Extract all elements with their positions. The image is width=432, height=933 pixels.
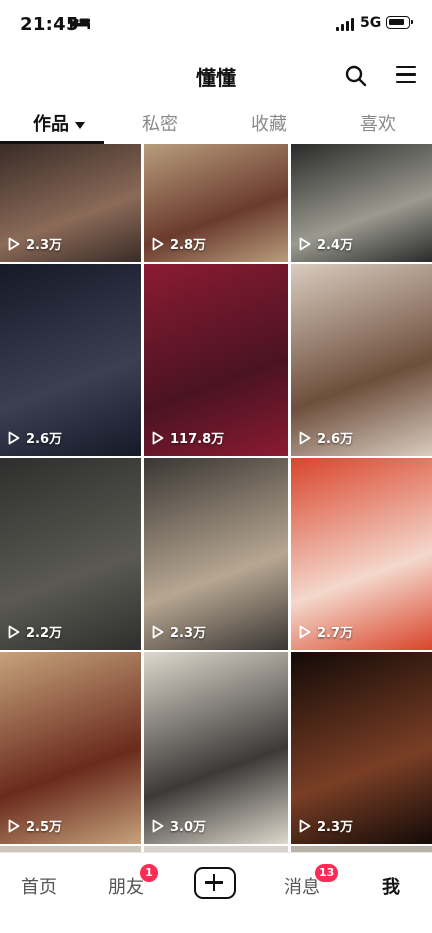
bed-icon [70,17,90,29]
tab-label: 喜欢 [360,114,396,135]
video-tile[interactable]: 2.2万 [0,458,141,650]
play-icon [152,819,164,832]
nav-messages[interactable]: 消息 13 [284,864,339,899]
play-icon [8,625,20,638]
view-count: 2.3万 [299,816,353,835]
battery-icon [386,16,413,29]
nav-label: 我 [382,877,400,898]
play-icon [152,625,164,638]
video-tile[interactable]: 117.8万 [144,264,288,456]
tab-label: 作品 [33,114,69,135]
tab-works[interactable]: 作品 [33,110,85,136]
network-type: 5G [360,15,382,31]
tab-private[interactable]: 私密 [142,110,178,136]
status-bar: 21:45 5G [0,0,432,50]
view-count: 2.7万 [299,622,353,641]
view-count: 2.6万 [299,428,353,447]
nav-me[interactable]: 我 [382,873,400,899]
video-tile[interactable]: 2.6万 [291,264,432,456]
search-icon[interactable] [344,64,368,88]
play-icon [8,819,20,832]
add-icon[interactable] [194,867,236,899]
play-icon [152,431,164,444]
video-tile[interactable]: 2.6万 [0,264,141,456]
view-count: 2.3万 [152,622,206,641]
friends-badge: 1 [140,864,158,882]
menu-icon[interactable] [396,66,416,84]
play-icon [299,237,311,250]
nav-friends[interactable]: 朋友 1 [108,864,158,899]
nav-label: 首页 [21,877,57,898]
play-icon [8,237,20,250]
video-tile[interactable]: 2.3万 [144,458,288,650]
view-count: 2.3万 [8,234,62,253]
video-tile[interactable]: 2.3万 [0,144,141,262]
video-tile[interactable]: 2.7万 [291,458,432,650]
view-count: 2.6万 [8,428,62,447]
video-grid: 2.3万 2.8万 2.4万 2.6万 117.8万 2.6万 2.2万 2.3… [0,144,432,852]
view-count: 3.0万 [152,816,206,835]
tab-label: 私密 [142,114,178,135]
video-tile[interactable]: 2.5万 [0,652,141,844]
video-tile[interactable]: 3.0万 [144,652,288,844]
play-icon [152,237,164,250]
bottom-nav: 首页 朋友 1 消息 13 我 [0,852,432,933]
play-icon [299,625,311,638]
signal-icon [336,18,354,31]
play-icon [8,431,20,444]
view-count: 2.2万 [8,622,62,641]
tab-likes[interactable]: 喜欢 [360,110,396,136]
view-count: 2.5万 [8,816,62,835]
play-icon [299,819,311,832]
tab-label: 收藏 [251,114,287,135]
profile-tabs: 作品 私密 收藏 喜欢 [0,100,432,144]
messages-badge: 13 [315,864,339,882]
tab-favorites[interactable]: 收藏 [251,110,287,136]
view-count: 2.4万 [299,234,353,253]
view-count: 2.8万 [152,234,206,253]
video-tile[interactable]: 2.4万 [291,144,432,262]
view-count: 117.8万 [152,428,224,447]
nav-label: 朋友 [108,877,144,898]
nav-label: 消息 [284,877,320,898]
play-icon [299,431,311,444]
caret-down-icon [75,121,85,129]
profile-header: 懂懂 [0,52,432,98]
nav-home[interactable]: 首页 [21,873,57,899]
video-tile[interactable]: 2.3万 [291,652,432,844]
video-tile[interactable]: 2.8万 [144,144,288,262]
